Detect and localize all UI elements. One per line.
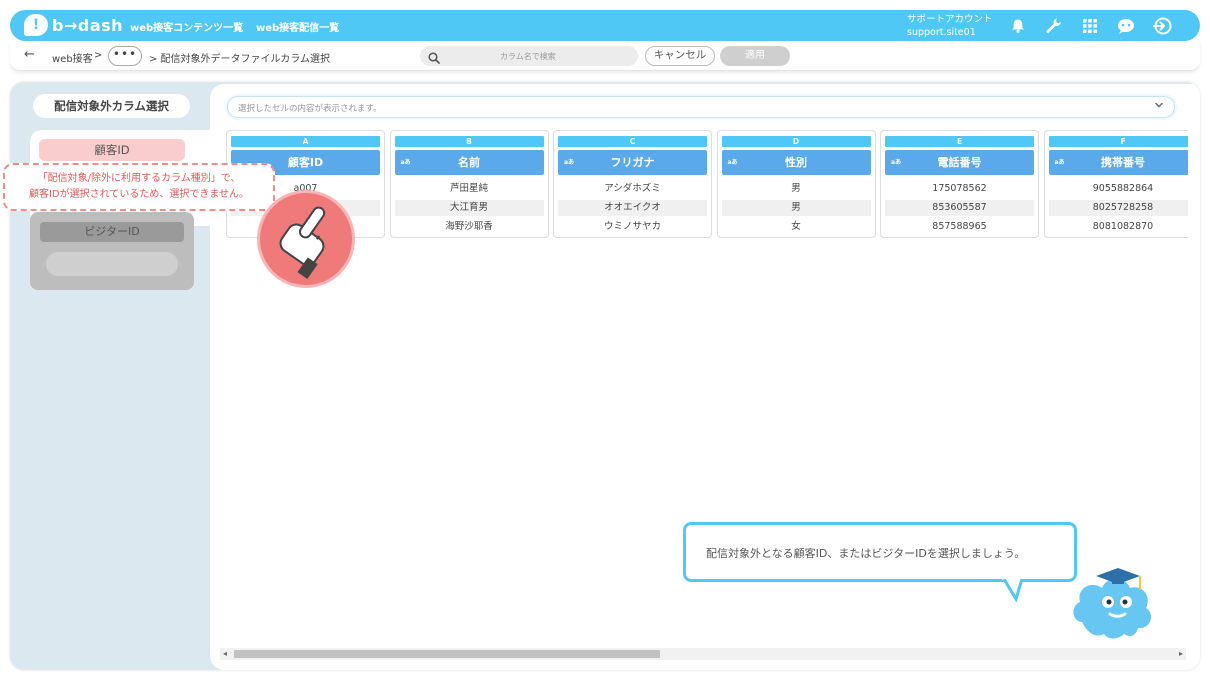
visitor-id-card: ビジターID (30, 212, 194, 290)
grid-cell[interactable]: 女 (722, 219, 871, 235)
grid-cell[interactable]: 8025728258 (1048, 200, 1188, 216)
column-header-label: 携帯番号 (1101, 156, 1145, 169)
column-header-label: 顧客ID (287, 156, 324, 169)
grid-cell[interactable]: オオエイクオ (558, 200, 707, 216)
top-bar: ! b→dash web接客コンテンツ一覧 web接客配信一覧 サポートアカウン… (10, 10, 1200, 41)
account-info[interactable]: サポートアカウント support.site01 (907, 13, 993, 39)
grid-column[interactable]: Faあ 携帯番号 9055882864 8025728258 8081082870 (1043, 130, 1189, 238)
grid-cell[interactable]: 大江育男 (394, 200, 544, 216)
warning-callout: 「配信対象/除外に利用するカラム種別」で、 顧客IDが選択されているため、選択で… (3, 163, 275, 211)
wrench-icon[interactable] (1044, 16, 1064, 36)
column-header-label: 性別 (785, 156, 807, 169)
grid-column[interactable]: Daあ 性別男男女 (716, 130, 876, 238)
column-letter: A (231, 136, 380, 147)
search-input[interactable]: カラム名で検索 (420, 46, 638, 66)
grid-cell[interactable]: 海野沙耶香 (395, 219, 544, 235)
grid-cell[interactable]: 芦田星純 (395, 181, 544, 197)
cell-content-field[interactable]: 選択したセルの内容が表示されます。 (227, 96, 1175, 118)
chat-bot-icon[interactable] (1116, 16, 1136, 36)
breadcrumb-separator: > (94, 50, 103, 61)
grid-cell[interactable]: アシダホズミ (558, 181, 707, 197)
mascot-icon (1068, 562, 1160, 652)
column-header-label: フリガナ (610, 156, 655, 169)
hint-text: 配信対象外となる顧客ID、またはビジターIDを選択しましょう。 (706, 547, 1026, 560)
pointing-hand-icon (260, 193, 352, 285)
column-letter: E (885, 136, 1034, 147)
text-type-icon: aあ (727, 159, 738, 166)
warning-line-1: 「配信対象/除外に利用するカラム種別」で、 (37, 173, 241, 184)
hint-speech-bubble: 配信対象外となる顧客ID、またはビジターIDを選択しましょう。 (683, 522, 1077, 603)
grid-cell[interactable]: 853605587 (885, 200, 1034, 216)
grid-cell[interactable]: ウミノサヤカ (558, 219, 707, 235)
visitor-id-slot (46, 252, 178, 276)
column-header[interactable]: aあ 名前 (394, 150, 544, 175)
breadcrumb-root[interactable]: web接客 (52, 50, 93, 65)
logo-mark-icon: ! (24, 14, 48, 36)
scrollbar-thumb[interactable] (234, 650, 660, 658)
bell-icon[interactable] (1008, 16, 1028, 36)
grid-cell[interactable]: 175078562 (885, 181, 1034, 197)
apply-button[interactable]: 適用 (720, 46, 790, 66)
grid-cell[interactable]: 857588965 (885, 219, 1034, 235)
breadcrumb-bar: ← web接客 > ••• > 配信対象外データファイルカラム選択 カラム名で検… (10, 41, 1200, 71)
logout-icon[interactable] (1152, 16, 1172, 36)
text-type-icon: aあ (400, 159, 411, 166)
scroll-left-icon[interactable]: ◂ (223, 649, 227, 658)
search-icon (428, 49, 440, 68)
breadcrumb-more-button[interactable]: ••• (108, 46, 142, 66)
search-placeholder: カラム名で検索 (500, 52, 556, 61)
text-type-icon: aあ (1054, 159, 1065, 166)
grid-column[interactable]: Eaあ 電話番号 175078562 853605587 857588965 (880, 130, 1039, 238)
cancel-button[interactable]: キャンセル (645, 46, 715, 66)
grid-cell[interactable]: 男 (721, 200, 871, 216)
nav-delivery-list[interactable]: web接客配信一覧 (256, 19, 339, 34)
grid-cell[interactable]: 9055882864 (1049, 181, 1189, 197)
grid-column[interactable]: Baあ 名前芦田星純大江育男海野沙耶香 (389, 130, 549, 238)
sidebar-title: 配信対象外カラム選択 (33, 94, 190, 118)
grid-cell[interactable]: 男 (722, 181, 871, 197)
customer-id-chip[interactable]: 顧客ID (39, 139, 185, 161)
nav-contents-list[interactable]: web接客コンテンツ一覧 (130, 19, 243, 34)
grid-column[interactable]: Caあ フリガナアシダホズミ オオエイクオ ウミノサヤカ (553, 130, 712, 238)
back-arrow-icon[interactable]: ← (24, 47, 35, 62)
column-header-label: 電話番号 (937, 156, 982, 169)
column-letter: C (558, 136, 707, 147)
column-header[interactable]: aあ 携帯番号 (1048, 150, 1188, 175)
warning-line-2: 顧客IDが選択されているため、選択できません。 (28, 189, 250, 200)
text-type-icon: aあ (564, 159, 575, 166)
breadcrumb-current: > 配信対象外データファイルカラム選択 (149, 54, 330, 65)
column-header-label: 名前 (458, 156, 480, 169)
column-header[interactable]: aあ フリガナ (558, 150, 707, 175)
scroll-right-icon[interactable]: ▸ (1179, 649, 1183, 658)
logo-text: b→dash (52, 15, 124, 35)
account-role: サポートアカウント (907, 14, 993, 25)
data-grid: A 顧客ID a007 Baあ 名前 芦田星純 大江育男 海野沙耶香 Caあ フリガナ アシダホズミ… (226, 130, 1188, 242)
column-letter: B (394, 136, 544, 147)
column-header[interactable]: aあ 電話番号 (885, 150, 1034, 175)
column-letter: D (721, 136, 871, 147)
account-site: support.site01 (907, 27, 976, 38)
chevron-down-icon[interactable] (1154, 100, 1164, 113)
visitor-id-chip: ビジターID (40, 222, 184, 242)
cell-content-placeholder: 選択したセルの内容が表示されます。 (238, 104, 382, 114)
content-area: 選択したセルの内容が表示されます。 A 顧客ID a007 Baあ 名前 芦田星純 大江育男… (210, 84, 1200, 670)
text-type-icon: aあ (891, 159, 902, 166)
column-header[interactable]: aあ 性別 (721, 150, 871, 175)
horizontal-scrollbar[interactable]: ◂ ▸ (220, 648, 1186, 660)
apps-grid-icon[interactable] (1080, 16, 1100, 36)
column-letter: F (1048, 136, 1188, 147)
app-logo[interactable]: ! b→dash (24, 14, 123, 36)
grid-cell[interactable]: 8081082870 (1049, 219, 1189, 235)
